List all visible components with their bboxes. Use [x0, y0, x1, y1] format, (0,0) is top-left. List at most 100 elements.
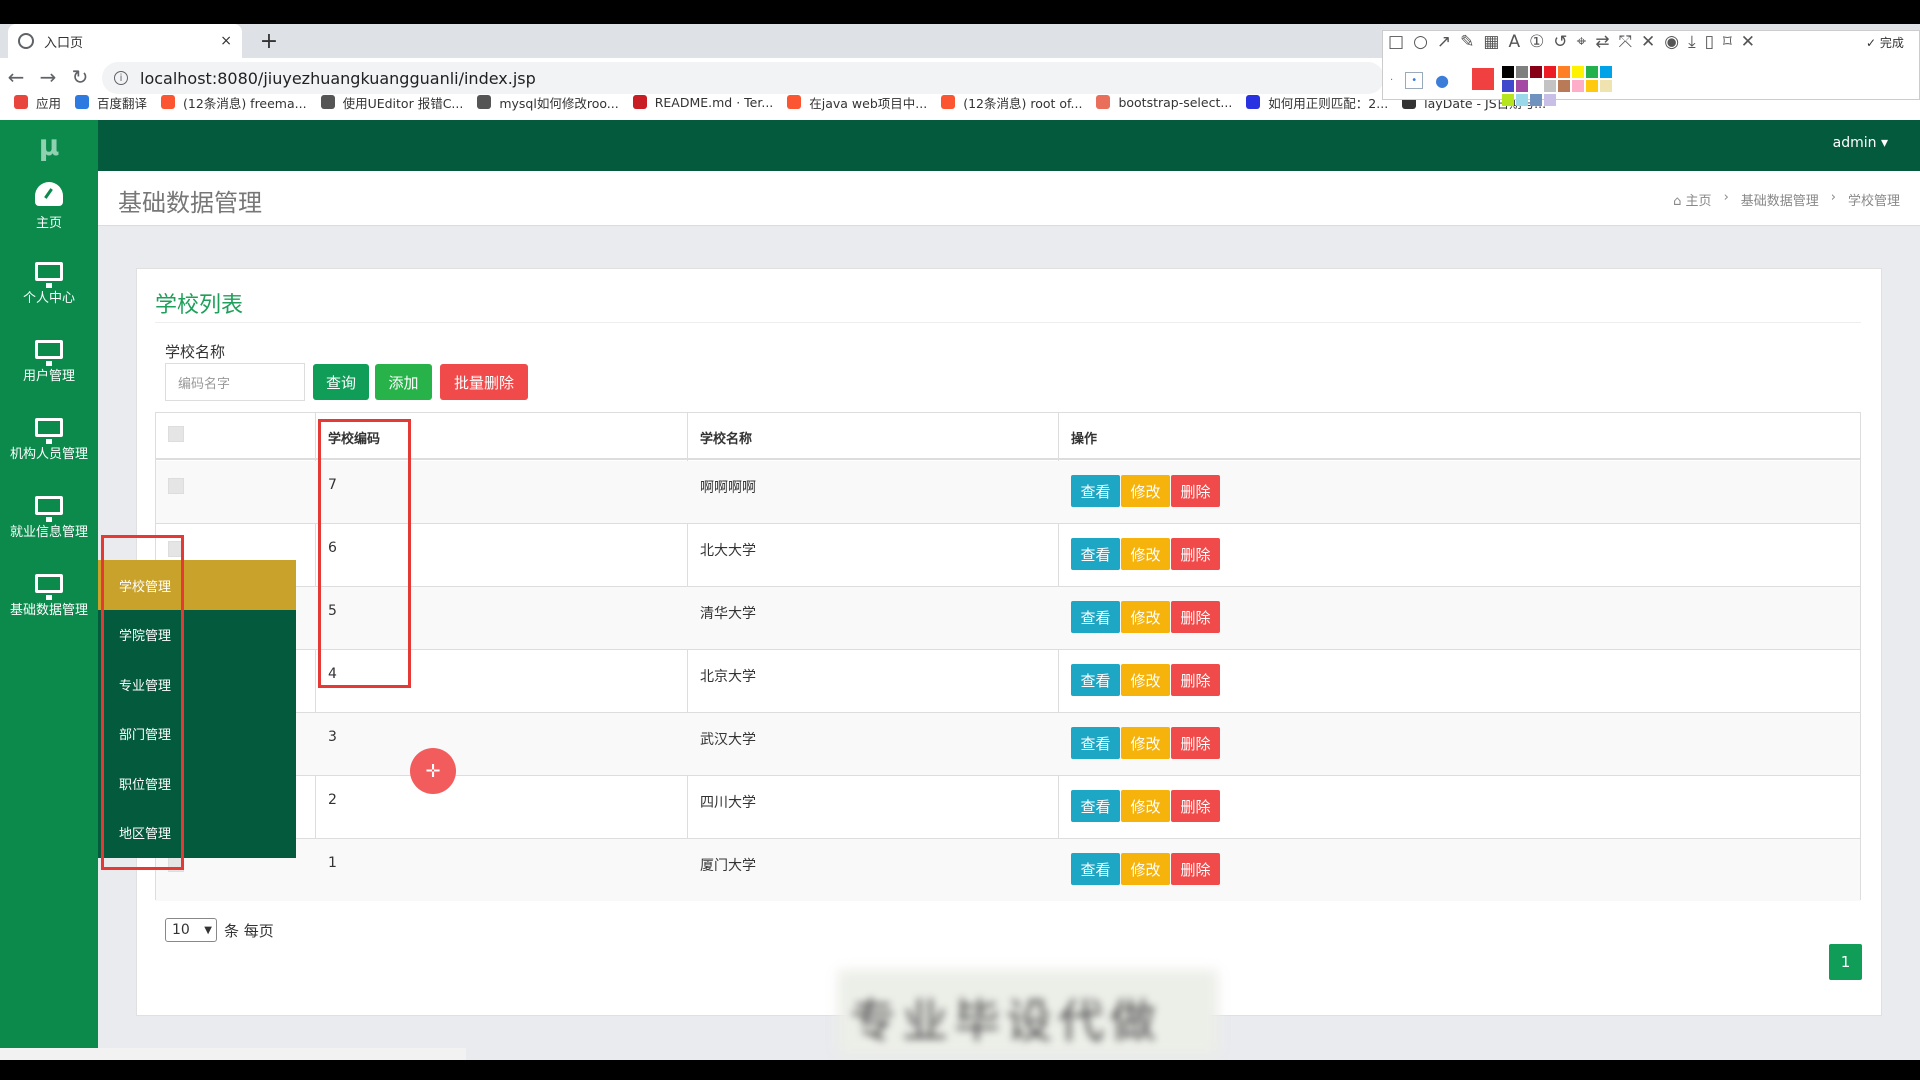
color-swatch[interactable]	[1502, 94, 1514, 106]
done-button[interactable]: ✓ 完成	[1866, 34, 1904, 51]
column-header-name[interactable]: 学校名称	[700, 428, 752, 447]
edit-button[interactable]: 修改	[1121, 664, 1170, 696]
info-icon[interactable]: i	[114, 71, 128, 85]
arrow-tool-icon[interactable]: ↗	[1437, 32, 1451, 52]
delete-button[interactable]: 删除	[1171, 664, 1220, 696]
edit-button[interactable]: 修改	[1121, 601, 1170, 633]
color-swatch[interactable]	[1600, 80, 1612, 92]
stroke-size-selector[interactable]: · • ●	[1390, 71, 1449, 90]
sidebar-item-personal-center[interactable]: 个人中心	[0, 246, 98, 322]
number-tool-icon[interactable]: ①	[1529, 32, 1544, 52]
pen-tool-icon[interactable]: ✎	[1460, 32, 1474, 52]
bookmark-item[interactable]: 使用UEditor 报错C...	[320, 93, 463, 112]
rectangle-tool-icon[interactable]: □	[1388, 32, 1404, 52]
bookmark-item[interactable]: 百度翻译	[75, 93, 147, 112]
color-swatch[interactable]	[1544, 80, 1556, 92]
mosaic-tool-icon[interactable]: ▦	[1483, 32, 1499, 52]
delete-button[interactable]: 删除	[1171, 475, 1220, 507]
color-swatch[interactable]	[1530, 80, 1542, 92]
delete-button[interactable]: 删除	[1171, 538, 1220, 570]
stroke-large-icon[interactable]: ●	[1435, 71, 1449, 90]
circle-tool-icon[interactable]: ○	[1413, 32, 1428, 52]
search-input[interactable]: 编码名字	[165, 363, 305, 401]
stroke-medium-icon[interactable]: •	[1405, 72, 1424, 89]
text-tool-icon[interactable]: A	[1508, 32, 1520, 52]
address-bar[interactable]: i localhost:8080/jiuyezhuangkuangguanli/…	[102, 62, 1384, 94]
cancel-icon[interactable]: ✕	[1741, 32, 1755, 52]
sidebar-item-home[interactable]: 主页	[0, 168, 98, 244]
color-swatch[interactable]	[1516, 80, 1528, 92]
delete-button[interactable]: 删除	[1171, 727, 1220, 759]
user-menu[interactable]: admin ▾	[1833, 135, 1888, 151]
batch-delete-button[interactable]: 批量删除	[440, 364, 528, 400]
view-button[interactable]: 查看	[1071, 853, 1120, 885]
bookmark-item[interactable]: (12条消息) freema...	[161, 93, 307, 112]
bookmark-item[interactable]: README.md · Ter...	[632, 95, 773, 110]
color-swatch[interactable]	[1544, 66, 1556, 78]
crop-icon[interactable]: ⤧	[1618, 32, 1632, 52]
bookmark-item[interactable]: 如何用正则匹配：2...	[1246, 93, 1388, 112]
color-swatch[interactable]	[1516, 66, 1528, 78]
download-icon[interactable]: ⤓	[1688, 32, 1696, 52]
bookmark-item[interactable]: 应用	[14, 93, 61, 112]
chevron-down-icon: ▼	[204, 924, 212, 936]
bookmark-icon[interactable]: ⌑	[1723, 32, 1732, 52]
color-swatch[interactable]	[1586, 80, 1598, 92]
view-button[interactable]: 查看	[1071, 664, 1120, 696]
bookmark-item[interactable]: 在java web项目中...	[787, 93, 927, 112]
sidebar-item-basic-data[interactable]: 基础数据管理	[0, 558, 98, 634]
ocr-icon[interactable]: ✕	[1641, 32, 1655, 52]
color-swatch[interactable]	[1502, 66, 1514, 78]
save-icon[interactable]: ▯	[1705, 32, 1714, 52]
edit-button[interactable]: 修改	[1121, 538, 1170, 570]
edit-button[interactable]: 修改	[1121, 853, 1170, 885]
select-all-checkbox[interactable]	[168, 426, 184, 442]
color-swatch[interactable]	[1572, 66, 1584, 78]
monitor-icon	[35, 262, 63, 288]
row-checkbox[interactable]	[168, 478, 184, 494]
page-button[interactable]: 1	[1829, 944, 1862, 980]
color-swatch[interactable]	[1502, 80, 1514, 92]
sidebar-item-label: 基础数据管理	[9, 603, 88, 618]
record-icon[interactable]: ◉	[1664, 32, 1679, 52]
edit-button[interactable]: 修改	[1121, 790, 1170, 822]
undo-icon[interactable]: ↺	[1553, 32, 1567, 52]
add-button[interactable]: 添加	[375, 364, 432, 400]
view-button[interactable]: 查看	[1071, 475, 1120, 507]
browser-tab[interactable]: 入口页 ×	[8, 24, 242, 58]
view-button[interactable]: 查看	[1071, 601, 1120, 633]
color-swatch[interactable]	[1516, 94, 1528, 106]
stroke-small-icon[interactable]: ·	[1390, 75, 1393, 86]
page-size-select[interactable]: 10 ▼	[165, 918, 217, 942]
close-tab-icon[interactable]: ×	[220, 33, 232, 49]
view-button[interactable]: 查看	[1071, 538, 1120, 570]
view-button[interactable]: 查看	[1071, 790, 1120, 822]
sidebar-item-employment-info[interactable]: 就业信息管理	[0, 480, 98, 556]
view-button[interactable]: 查看	[1071, 727, 1120, 759]
current-color-swatch[interactable]	[1472, 68, 1494, 90]
delete-button[interactable]: 删除	[1171, 790, 1220, 822]
sidebar-item-staff-management[interactable]: 机构人员管理	[0, 402, 98, 478]
color-swatch[interactable]	[1530, 94, 1542, 106]
color-swatch[interactable]	[1544, 94, 1556, 106]
delete-button[interactable]: 删除	[1171, 601, 1220, 633]
pin-icon[interactable]: ⌖	[1577, 32, 1587, 52]
bookmark-item[interactable]: (12条消息) root of...	[941, 93, 1082, 112]
new-tab-button[interactable]: +	[256, 24, 282, 58]
edit-button[interactable]: 修改	[1121, 727, 1170, 759]
translate-icon[interactable]: ⇄	[1595, 32, 1609, 52]
breadcrumb-home[interactable]: ⌂ 主页	[1673, 190, 1711, 209]
sidebar-item-user-management[interactable]: 用户管理	[0, 324, 98, 400]
color-swatch[interactable]	[1530, 66, 1542, 78]
color-swatch[interactable]	[1558, 66, 1570, 78]
color-swatch[interactable]	[1586, 66, 1598, 78]
color-swatch[interactable]	[1558, 80, 1570, 92]
bookmark-item[interactable]: mysql如何修改roo...	[477, 93, 619, 112]
bookmark-item[interactable]: bootstrap-select...	[1096, 95, 1232, 110]
color-swatch[interactable]	[1572, 80, 1584, 92]
breadcrumb-basic-data[interactable]: 基础数据管理	[1741, 190, 1819, 209]
delete-button[interactable]: 删除	[1171, 853, 1220, 885]
edit-button[interactable]: 修改	[1121, 475, 1170, 507]
query-button[interactable]: 查询	[313, 364, 369, 400]
color-swatch[interactable]	[1600, 66, 1612, 78]
